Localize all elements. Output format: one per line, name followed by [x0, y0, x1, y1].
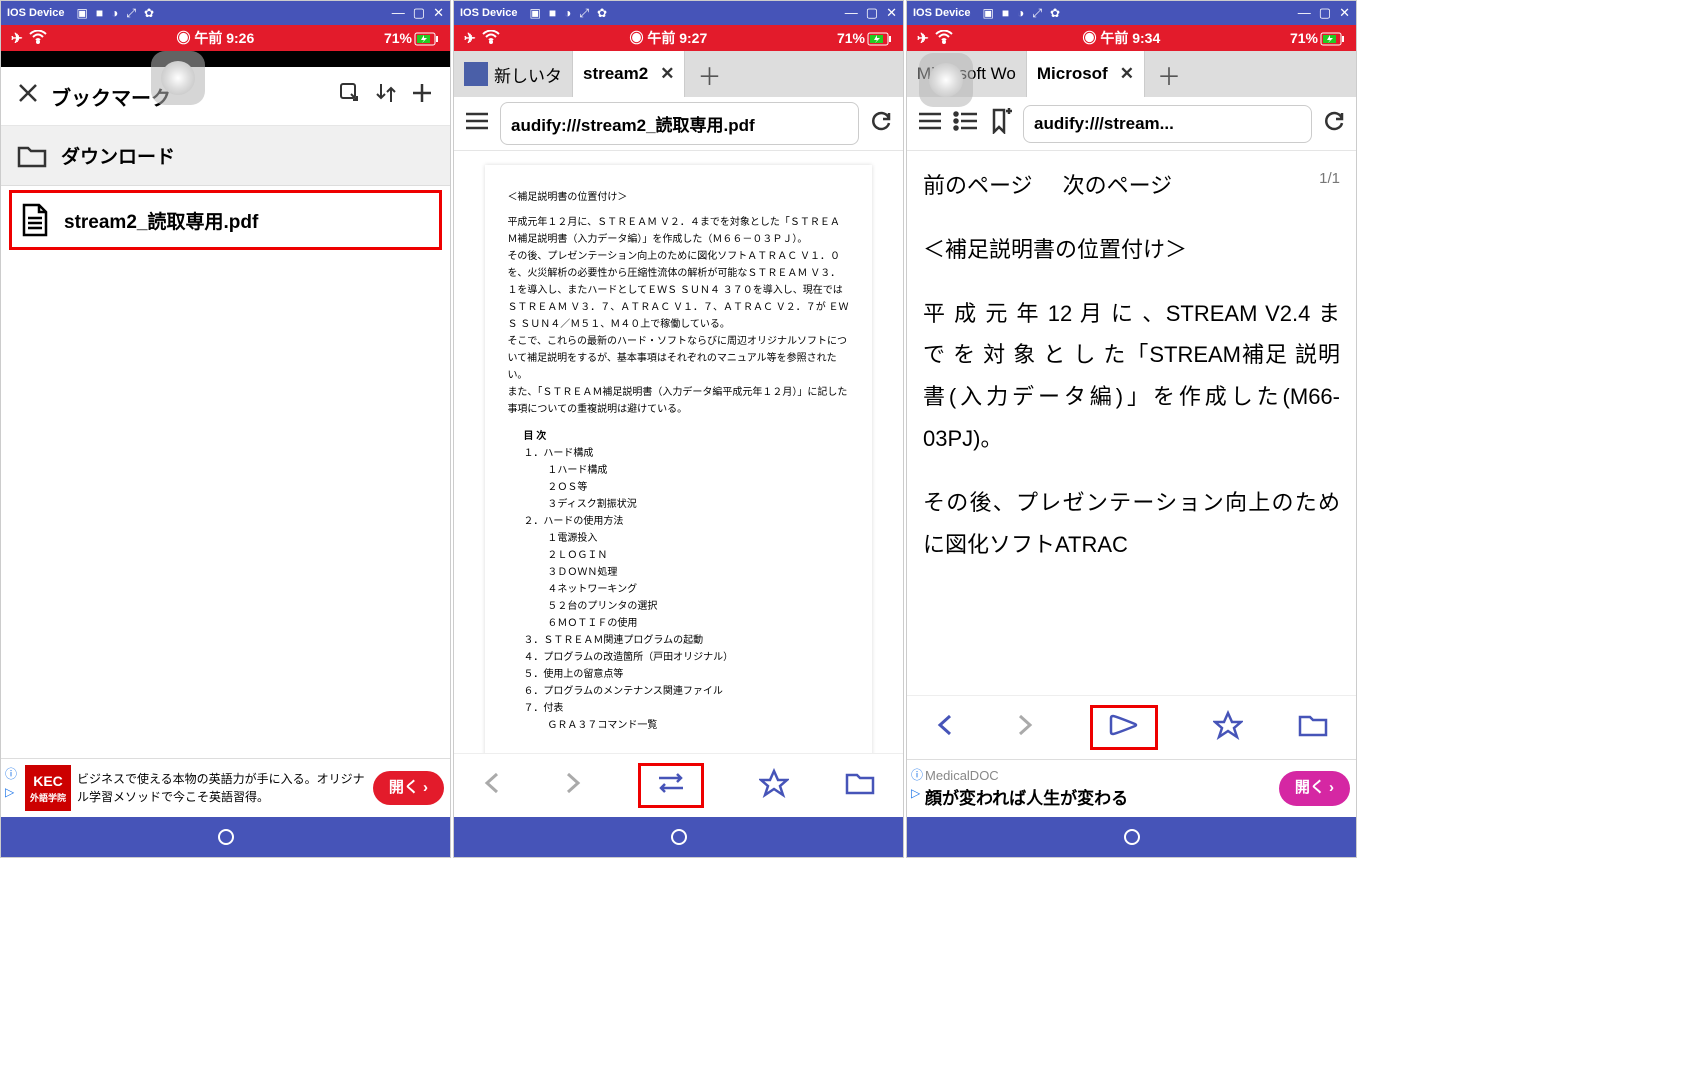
- tab-thumbnail: [464, 62, 488, 86]
- tab-close-icon[interactable]: ✕: [1120, 64, 1134, 84]
- ad-bar[interactable]: ⓘ▷ KEC外語学院 ビジネスで使える本物の英語力が手に入る。オリジナル学習メソ…: [1, 758, 450, 817]
- bookmarks-header: ブックマーク: [1, 67, 450, 126]
- ad-info-icon[interactable]: ⓘ▷: [5, 765, 17, 801]
- tab-bar: Microsoft Wo Microsof✕ ＋: [907, 51, 1356, 97]
- android-nav: [454, 817, 903, 857]
- window-minimize[interactable]: —: [392, 5, 405, 21]
- back-icon: [481, 771, 505, 800]
- play-icon[interactable]: [1090, 705, 1158, 750]
- assistive-touch[interactable]: [919, 53, 973, 107]
- file-item[interactable]: stream2_読取専用.pdf: [9, 190, 442, 250]
- gear-icon[interactable]: ✿: [144, 6, 154, 21]
- reload-icon[interactable]: [869, 109, 893, 138]
- back-icon[interactable]: [934, 713, 958, 742]
- window-maximize[interactable]: ▢: [413, 5, 425, 21]
- bottom-toolbar: [907, 695, 1356, 759]
- ad-cta-button[interactable]: 開く ›: [373, 771, 444, 806]
- pdf-page: ＜補足説明書の位置付け＞ 平成元年１２月に、ＳＴＲＥＡＭ Ｖ２．４までを対象とし…: [485, 165, 871, 753]
- new-tab-button[interactable]: ＋: [1145, 51, 1193, 97]
- tab-close-icon[interactable]: ✕: [660, 64, 674, 84]
- ad-brand: MedicalDOC: [925, 766, 1279, 786]
- close-icon[interactable]: [17, 82, 39, 110]
- swap-icon[interactable]: [638, 763, 704, 808]
- ad-headline: 顔が変われば人生が変わる: [925, 786, 1279, 812]
- airplane-icon: ✈: [11, 30, 23, 47]
- battery-icon: [414, 30, 440, 46]
- assistive-touch[interactable]: [151, 51, 205, 105]
- page-number: 1/1: [1319, 165, 1340, 207]
- video-icon[interactable]: ■: [96, 6, 103, 21]
- new-tab-button[interactable]: ＋: [685, 51, 733, 97]
- wifi-icon: [29, 30, 47, 47]
- ad-text: ビジネスで使える本物の英語力が手に入る。オリジナル学習メソッドで今こそ英語習得。: [77, 770, 373, 806]
- window-title: IOS Device: [7, 7, 64, 19]
- add-icon[interactable]: [410, 81, 434, 111]
- status-time: 午前 9:26: [194, 30, 254, 46]
- menu-icon[interactable]: [917, 110, 943, 137]
- wifi-icon: [482, 30, 500, 47]
- forward-icon: [560, 771, 584, 800]
- folder-icon[interactable]: [844, 770, 876, 801]
- folder-icon[interactable]: [1297, 712, 1329, 743]
- status-bar: ✈ ◉ 午前 9:26 71%: [1, 25, 450, 51]
- url-field[interactable]: audify:///stream2_読取専用.pdf: [500, 102, 859, 145]
- reload-icon[interactable]: [1322, 109, 1346, 138]
- reader-content[interactable]: 前のページ 次のページ 1/1 ＜補足説明書の位置付け＞ 平 成 元 年 12 …: [907, 151, 1356, 695]
- bookmark-add-icon[interactable]: [989, 108, 1013, 139]
- next-page-link[interactable]: 次のページ: [1063, 165, 1173, 207]
- phone-screen-2: IOS Device ▣■◑⤢✿ —▢✕ ✈ ◉ 午前 9:27 71% 新しい…: [453, 0, 904, 858]
- star-icon[interactable]: [759, 768, 789, 803]
- edit-icon[interactable]: [338, 81, 362, 111]
- headphones-icon[interactable]: ◑: [111, 6, 118, 21]
- url-toolbar: audify:///stream...: [907, 97, 1356, 151]
- expand-icon[interactable]: ⤢: [126, 6, 136, 21]
- tab-stream2[interactable]: stream2 ✕: [573, 51, 685, 97]
- ad-info-icon[interactable]: ⓘ▷: [911, 766, 923, 802]
- window-chrome: IOS Device ▣ ■ ◑ ⤢ ✿ — ▢ ✕: [1, 1, 450, 25]
- tab-microsoft[interactable]: Microsof✕: [1027, 51, 1145, 97]
- ad-cta-button[interactable]: 開く ›: [1279, 771, 1350, 806]
- bottom-toolbar: [454, 753, 903, 817]
- url-toolbar: audify:///stream2_読取専用.pdf: [454, 97, 903, 151]
- reader-heading: ＜補足説明書の位置付け＞: [923, 229, 1340, 271]
- battery-pct: 71%: [384, 30, 412, 46]
- window-chrome: IOS Device ▣■◑⤢✿ —▢✕: [454, 1, 903, 25]
- record-icon: ◉: [176, 30, 190, 46]
- tab-bar: 新しいタ stream2 ✕ ＋: [454, 51, 903, 97]
- reader-paragraph-1: 平 成 元 年 12 月 に 、STREAM V2.4 ま で を 対 象 と …: [923, 293, 1340, 460]
- android-nav: [1, 817, 450, 857]
- chrome-tool-icons: ▣ ■ ◑ ⤢ ✿: [76, 6, 154, 21]
- status-bar: ✈ ◉ 午前 9:34 71%: [907, 25, 1356, 51]
- phone-screen-1: IOS Device ▣ ■ ◑ ⤢ ✿ — ▢ ✕ ✈ ◉ 午前 9:26 7…: [0, 0, 451, 858]
- url-field[interactable]: audify:///stream...: [1023, 105, 1312, 143]
- window-chrome: IOS Device ▣■◑⤢✿ —▢✕: [907, 1, 1356, 25]
- ad-bar[interactable]: ⓘ▷ MedicalDOC 顔が変われば人生が変わる 開く ›: [907, 759, 1356, 817]
- reader-paragraph-2: その後、プレゼンテーション向上のために図化ソフトATRAC: [923, 482, 1340, 566]
- home-icon[interactable]: [217, 828, 235, 846]
- list-icon[interactable]: [953, 110, 979, 137]
- prev-page-link[interactable]: 前のページ: [923, 165, 1033, 207]
- downloads-label: ダウンロード: [61, 142, 175, 169]
- phone-screen-3: IOS Device ▣■◑⤢✿ —▢✕ ✈ ◉ 午前 9:34 71% Mic…: [906, 0, 1357, 858]
- android-nav: [907, 817, 1356, 857]
- file-name: stream2_読取専用.pdf: [64, 207, 258, 234]
- star-icon[interactable]: [1213, 710, 1243, 745]
- camera-icon[interactable]: ▣: [76, 6, 87, 21]
- forward-icon: [1012, 713, 1036, 742]
- ad-logo: KEC外語学院: [25, 765, 71, 811]
- menu-icon[interactable]: [464, 110, 490, 137]
- airplane-icon: ✈: [464, 30, 476, 47]
- status-bar: ✈ ◉ 午前 9:27 71%: [454, 25, 903, 51]
- sort-icon[interactable]: [374, 81, 398, 111]
- pdf-viewer[interactable]: ＜補足説明書の位置付け＞ 平成元年１２月に、ＳＴＲＥＡＭ Ｖ２．４までを対象とし…: [454, 151, 903, 753]
- tab-new[interactable]: 新しいタ: [454, 51, 573, 97]
- downloads-folder[interactable]: ダウンロード: [1, 126, 450, 186]
- window-close[interactable]: ✕: [433, 5, 444, 21]
